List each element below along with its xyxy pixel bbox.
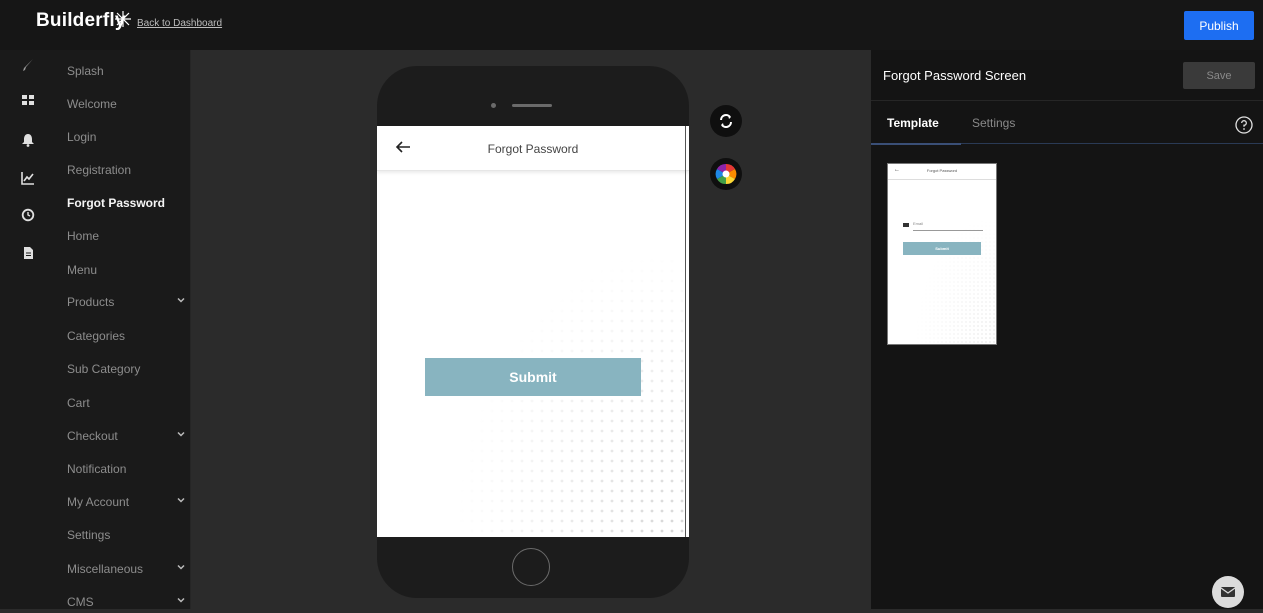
camera-dot — [491, 103, 496, 108]
chevron-down-icon[interactable] — [177, 430, 185, 438]
thumbnail-email-label: Email — [913, 221, 924, 226]
back-to-dashboard-link[interactable]: Back to Dashboard — [137, 18, 222, 29]
tab-settings[interactable]: Settings — [972, 116, 1015, 130]
brush-icon[interactable] — [21, 58, 35, 72]
grid-icon[interactable] — [21, 93, 35, 107]
thumbnail-mail-icon — [903, 223, 909, 227]
publish-button[interactable]: Publish — [1184, 11, 1254, 40]
panel-title: Forgot Password Screen — [883, 68, 1027, 83]
chevron-down-icon[interactable] — [177, 563, 185, 571]
thumbnail-submit: Submit — [903, 242, 981, 255]
sidebar-item-my-account[interactable]: My Account — [67, 495, 129, 509]
phone-speaker — [512, 104, 552, 107]
thumbnail-input-line — [913, 230, 983, 231]
chevron-down-icon[interactable] — [177, 496, 185, 504]
icon-rail — [0, 50, 50, 609]
color-picker-button[interactable] — [710, 158, 742, 190]
brand-logo: Builderfly — [36, 10, 126, 31]
properties-panel: Forgot Password Screen Save Template Set… — [871, 50, 1263, 609]
bell-icon[interactable] — [21, 133, 35, 147]
sidebar-item-checkout[interactable]: Checkout — [67, 429, 118, 443]
spark-icon — [115, 11, 131, 27]
help-icon[interactable] — [1235, 116, 1253, 134]
sidebar-item-registration[interactable]: Registration — [67, 163, 131, 177]
refresh-icon — [720, 114, 732, 128]
tab-template[interactable]: Template — [887, 116, 939, 130]
sidebar-item-forgot-password[interactable]: Forgot Password — [67, 196, 165, 210]
sidebar-item-categories[interactable]: Categories — [67, 329, 125, 343]
sidebar-item-home[interactable]: Home — [67, 229, 99, 243]
color-wheel-icon — [715, 163, 737, 185]
phone-mockup: Forgot Password Submit — [377, 66, 689, 598]
sidebar-item-miscellaneous[interactable]: Miscellaneous — [67, 562, 143, 576]
sidebar-item-notification[interactable]: Notification — [67, 462, 126, 476]
sidebar-item-products[interactable]: Products — [67, 295, 114, 309]
refresh-button[interactable] — [710, 105, 742, 137]
top-bar: Builderfly Back to Dashboard Publish — [0, 0, 1263, 50]
editor-canvas: Forgot Password Submit — [191, 50, 871, 609]
sidebar-item-splash[interactable]: Splash — [67, 64, 104, 78]
phone-home-button — [512, 548, 550, 586]
active-tab-indicator — [871, 143, 961, 145]
app-header: Forgot Password — [377, 126, 689, 171]
dot-pattern-background — [377, 126, 689, 537]
screen-title: Forgot Password — [487, 142, 579, 156]
envelope-icon — [1220, 587, 1236, 597]
chevron-down-icon[interactable] — [177, 596, 185, 604]
chat-button[interactable] — [1212, 576, 1244, 608]
sidebar-item-cms[interactable]: CMS — [67, 595, 94, 609]
sidebar-item-login[interactable]: Login — [67, 130, 96, 144]
sidebar-item-settings[interactable]: Settings — [67, 528, 110, 542]
submit-button[interactable]: Submit — [425, 358, 641, 396]
chevron-down-icon[interactable] — [177, 296, 185, 304]
save-button[interactable]: Save — [1183, 62, 1255, 89]
document-icon[interactable] — [21, 246, 35, 260]
thumbnail-title: Forgot Password — [926, 168, 958, 173]
sidebar-item-cart[interactable]: Cart — [67, 396, 90, 410]
clock-icon[interactable] — [21, 208, 35, 222]
phone-screen: Forgot Password Submit — [377, 126, 689, 537]
chart-icon[interactable] — [21, 171, 35, 185]
sidebar-item-sub-category[interactable]: Sub Category — [67, 362, 140, 376]
sidebar-item-welcome[interactable]: Welcome — [67, 97, 117, 111]
sidebar-item-menu[interactable]: Menu — [67, 263, 97, 277]
screens-sidebar: Splash Welcome Login Registration Forgot… — [50, 50, 191, 609]
template-thumbnail[interactable]: ← Forgot Password Email Submit — [887, 163, 997, 345]
panel-divider — [871, 100, 1263, 101]
thumbnail-header: ← Forgot Password — [888, 164, 996, 180]
screen-scrollbar[interactable] — [685, 126, 686, 537]
